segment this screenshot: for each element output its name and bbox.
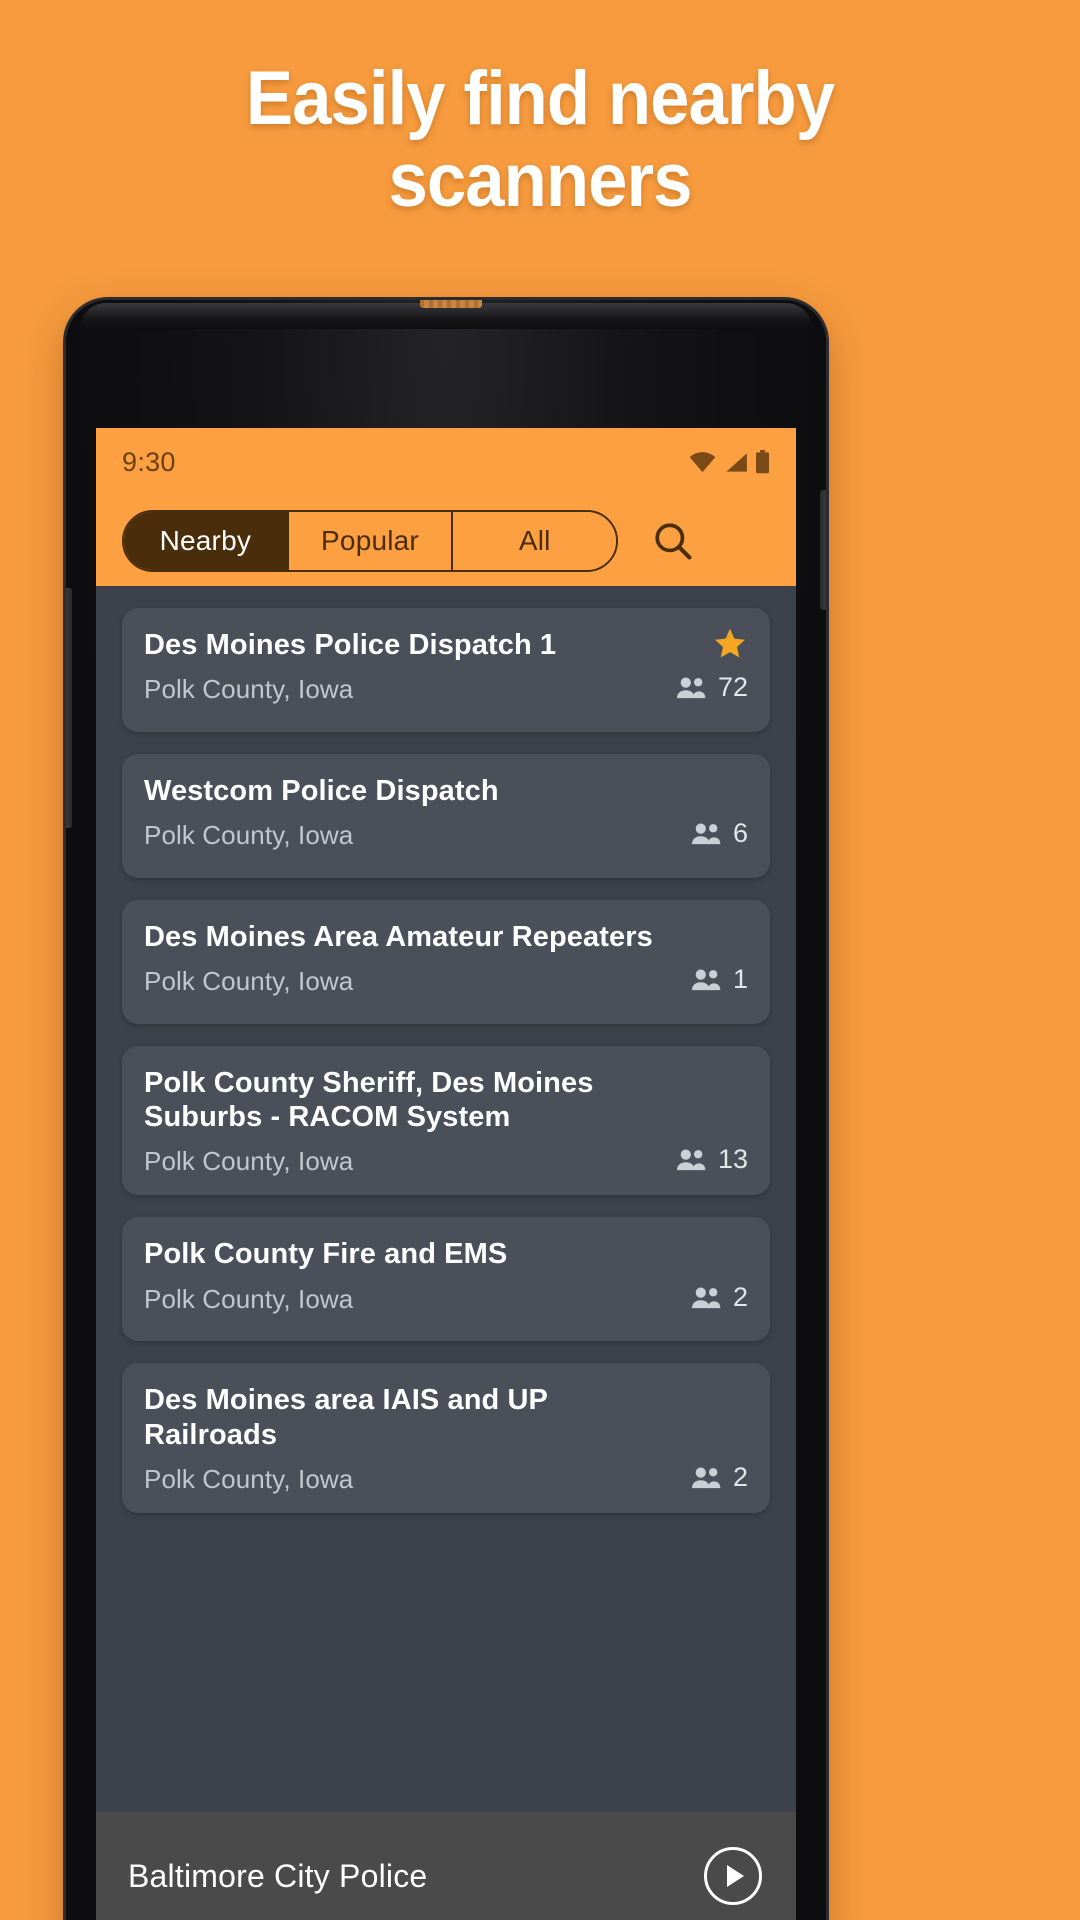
listener-count: 2 — [691, 1462, 748, 1495]
listener-count: 6 — [691, 818, 748, 851]
listener-count-value: 6 — [732, 818, 748, 849]
listener-count-value: 2 — [732, 1281, 748, 1312]
list-item-title: Westcom Police Dispatch — [144, 775, 499, 807]
phone-top-speaker-slot — [420, 300, 482, 308]
status-bar-clock: 9:30 — [122, 446, 176, 477]
list-item-meta: Polk County, Iowa 2 — [144, 1462, 748, 1495]
list-item-title: Polk County Sheriff, Des Moines Suburbs … — [144, 1067, 594, 1134]
page-title: Easily find nearby scanners — [38, 56, 1042, 224]
headline-line-1: Easily find nearby — [245, 56, 835, 141]
listener-count-value: 13 — [717, 1144, 748, 1175]
tab-all[interactable]: All — [451, 512, 616, 570]
status-bar: 9:30 — [96, 428, 796, 496]
now-playing-bar[interactable]: Baltimore City Police — [96, 1812, 796, 1920]
list-item[interactable]: Des Moines Police Dispatch 1 Polk County… — [122, 608, 770, 732]
search-icon — [655, 523, 692, 560]
list-item-location: Polk County, Iowa — [144, 966, 354, 997]
promo-screenshot: Easily find nearby scanners 9:30 Nearby … — [0, 0, 1080, 1920]
listener-count-value: 72 — [717, 672, 748, 703]
list-item[interactable]: Des Moines area IAIS and UP Railroads Po… — [122, 1363, 770, 1513]
now-playing-title: Baltimore City Police — [128, 1857, 428, 1894]
people-icon — [691, 1467, 721, 1488]
people-icon — [676, 1149, 706, 1171]
listener-count: 1 — [691, 964, 748, 997]
list-item-location: Polk County, Iowa — [144, 820, 354, 851]
battery-icon — [756, 450, 769, 474]
people-icon — [691, 969, 721, 991]
power-button[interactable] — [820, 490, 826, 610]
headline-line-2: scanners — [388, 138, 693, 224]
play-button[interactable] — [704, 1847, 762, 1905]
list-item-meta: Polk County, Iowa 2 — [144, 1282, 748, 1315]
listener-count: 13 — [676, 1144, 748, 1177]
list-item-location: Polk County, Iowa — [144, 1463, 354, 1494]
list-item-location: Polk County, Iowa — [144, 1283, 354, 1314]
phone-screen: 9:30 Nearby Popular All Des Moines Polic… — [96, 428, 796, 1920]
list-item[interactable]: Polk County Sheriff, Des Moines Suburbs … — [122, 1046, 770, 1196]
list-item-location: Polk County, Iowa — [144, 1146, 354, 1177]
list-item-meta: Polk County, Iowa 1 — [144, 964, 748, 997]
search-button[interactable] — [640, 508, 706, 574]
list-item[interactable]: Westcom Police Dispatch Polk County, Iow… — [122, 754, 770, 878]
list-item-meta: Polk County, Iowa 72 — [144, 672, 748, 705]
listener-count: 2 — [691, 1282, 748, 1315]
volume-button[interactable] — [66, 588, 72, 828]
tab-popular[interactable]: Popular — [286, 512, 452, 570]
status-bar-icons — [689, 450, 770, 474]
listener-count: 72 — [676, 672, 748, 705]
list-item-meta: Polk County, Iowa 6 — [144, 818, 748, 851]
people-icon — [691, 823, 721, 845]
people-icon — [676, 677, 706, 699]
listener-count-value: 2 — [732, 1461, 748, 1492]
people-icon — [691, 1287, 721, 1308]
scanner-list[interactable]: Des Moines Police Dispatch 1 Polk County… — [96, 586, 796, 1820]
segmented-control[interactable]: Nearby Popular All — [122, 510, 618, 572]
list-item-title: Polk County Fire and EMS — [144, 1238, 508, 1271]
play-icon — [727, 1865, 744, 1887]
list-item-title: Des Moines Police Dispatch 1 — [144, 629, 557, 661]
star-icon[interactable] — [712, 626, 748, 662]
phone-mockup: 9:30 Nearby Popular All Des Moines Polic… — [66, 300, 826, 1920]
list-item[interactable]: Polk County Fire and EMS Polk County, Io… — [122, 1217, 770, 1342]
list-item-title: Des Moines area IAIS and UP Railroads — [144, 1384, 548, 1451]
list-item-meta: Polk County, Iowa 13 — [144, 1144, 748, 1177]
wifi-icon — [689, 451, 716, 472]
list-item-title: Des Moines Area Amateur Repeaters — [144, 921, 653, 953]
list-item-location: Polk County, Iowa — [144, 674, 354, 705]
listener-count-value: 1 — [732, 964, 748, 995]
top-tab-bar: Nearby Popular All — [96, 496, 796, 586]
tab-nearby[interactable]: Nearby — [124, 512, 287, 570]
cell-signal-icon — [726, 452, 747, 472]
list-item[interactable]: Des Moines Area Amateur Repeaters Polk C… — [122, 900, 770, 1024]
